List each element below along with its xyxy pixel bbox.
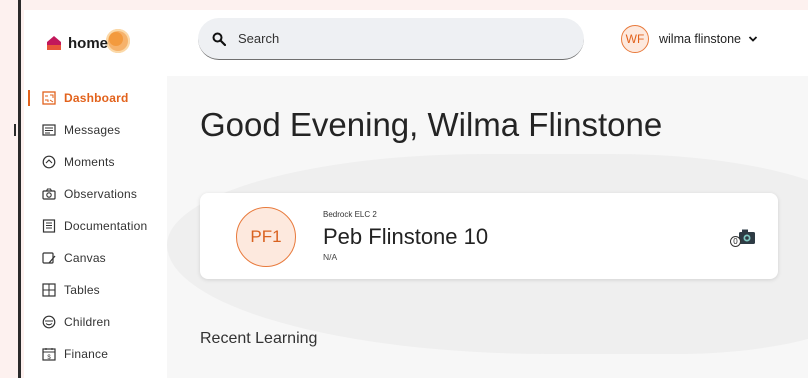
sidebar-item-label: Finance	[64, 347, 109, 361]
canvas-icon	[42, 252, 56, 264]
window-edge-tick	[14, 124, 16, 136]
documentation-icon	[42, 219, 56, 233]
search-bar[interactable]	[198, 18, 584, 60]
search-input[interactable]	[236, 30, 540, 47]
sidebar-item-label: Messages	[64, 123, 121, 137]
child-card[interactable]: PF1 Bedrock ELC 2 Peb Flinstone 10 N/A 0	[200, 193, 778, 279]
sidebar-item-label: Observations	[64, 187, 138, 201]
home-logo[interactable]: home	[46, 29, 130, 54]
child-room: Bedrock ELC 2	[323, 210, 377, 219]
sidebar-item-label: Canvas	[64, 251, 106, 265]
sidebar-item-label: Dashboard	[64, 91, 129, 105]
window-edge-line	[18, 0, 21, 378]
logo-text: home	[68, 34, 109, 52]
sidebar-item-messages[interactable]: Messages	[24, 118, 167, 142]
child-name[interactable]: Peb Flinstone 10	[323, 224, 488, 250]
sidebar-item-dashboard[interactable]: Dashboard	[24, 86, 167, 110]
window-edge	[0, 0, 22, 378]
page-title: Good Evening, Wilma Flinstone	[200, 106, 663, 143]
observation-count-badge: 0	[730, 236, 741, 247]
sidebar-item-tables[interactable]: Tables	[24, 278, 167, 302]
sidebar-item-label: Moments	[64, 155, 115, 169]
user-avatar[interactable]: WF	[621, 25, 649, 53]
sidebar-nav: Dashboard Messages Moments Observations	[24, 76, 167, 378]
sidebar-item-moments[interactable]: Moments	[24, 150, 167, 174]
camera-icon	[42, 188, 56, 200]
moments-icon	[42, 155, 56, 169]
logo-sun-icon	[106, 29, 130, 53]
finance-icon: $	[42, 348, 56, 361]
user-menu[interactable]: WF wilma flinstone	[621, 24, 758, 54]
sidebar-item-documentation[interactable]: Documentation	[24, 214, 167, 238]
app-window: home WF wilma flinstone Dashboard	[24, 10, 808, 378]
sidebar-item-finance[interactable]: $ Finance	[24, 342, 167, 366]
main-content: Good Evening, Wilma Flinstone PF1 Bedroc…	[167, 76, 808, 378]
messages-icon	[42, 124, 56, 136]
observations-button[interactable]: 0	[730, 227, 755, 249]
children-icon	[42, 315, 56, 329]
child-subtitle: N/A	[323, 252, 338, 262]
sidebar-item-observations[interactable]: Observations	[24, 182, 167, 206]
sidebar-item-label: Documentation	[64, 219, 148, 233]
sidebar-item-label: Children	[64, 315, 111, 329]
top-header: home WF wilma flinstone	[24, 10, 808, 76]
tables-icon	[42, 283, 56, 297]
chevron-down-icon[interactable]	[748, 34, 758, 44]
sidebar-item-children[interactable]: Children	[24, 310, 167, 334]
dashboard-icon	[42, 91, 56, 105]
house-icon	[47, 36, 61, 50]
search-icon	[212, 32, 226, 46]
sidebar-item-canvas[interactable]: Canvas	[24, 246, 167, 270]
user-name[interactable]: wilma flinstone	[659, 32, 741, 46]
child-avatar[interactable]: PF1	[236, 207, 296, 267]
sidebar-item-label: Tables	[64, 283, 100, 297]
section-title: Recent Learning	[200, 330, 318, 347]
